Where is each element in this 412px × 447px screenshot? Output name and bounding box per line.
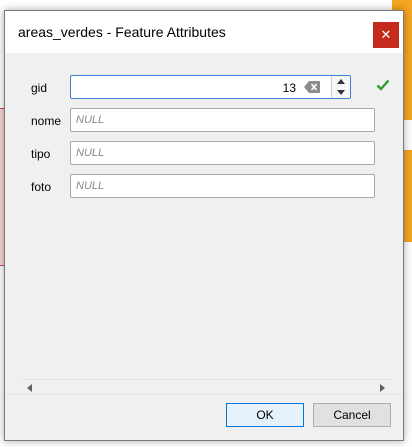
gid-spinner <box>331 76 350 98</box>
field-row-foto: foto NULL <box>5 174 403 200</box>
dialog-title: areas_verdes - Feature Attributes <box>18 24 226 40</box>
foto-placeholder: NULL <box>76 180 105 192</box>
gid-spinbox[interactable]: 13 <box>70 75 351 99</box>
foto-input[interactable]: NULL <box>70 174 375 198</box>
field-label-foto: foto <box>31 180 52 194</box>
cancel-button[interactable]: Cancel <box>313 403 391 427</box>
checkmark-icon <box>376 79 390 91</box>
field-row-nome: nome NULL <box>5 108 403 134</box>
scroll-left-icon[interactable] <box>25 383 35 393</box>
scroll-right-icon[interactable] <box>377 383 387 393</box>
field-row-gid: gid 13 <box>5 75 403 101</box>
spin-down-icon[interactable] <box>332 87 350 98</box>
field-row-tipo: tipo NULL <box>5 141 403 167</box>
spin-up-icon[interactable] <box>332 76 350 87</box>
close-icon: ✕ <box>380 27 392 42</box>
nome-placeholder: NULL <box>76 114 105 126</box>
close-button[interactable]: ✕ <box>373 22 399 48</box>
nome-input[interactable]: NULL <box>70 108 375 132</box>
tipo-placeholder: NULL <box>76 147 105 159</box>
field-label-gid: gid <box>31 81 48 95</box>
field-label-tipo: tipo <box>31 147 51 161</box>
tipo-input[interactable]: NULL <box>70 141 375 165</box>
button-bar-divider <box>5 394 403 395</box>
clear-icon[interactable] <box>304 81 320 93</box>
field-label-nome: nome <box>31 114 62 128</box>
ok-button[interactable]: OK <box>226 403 304 427</box>
gid-value: 13 <box>282 81 296 95</box>
dialog-titlebar: areas_verdes - Feature Attributes ✕ <box>5 11 403 53</box>
horizontal-scrollbar[interactable] <box>22 379 390 395</box>
feature-attributes-dialog: areas_verdes - Feature Attributes ✕ gid … <box>4 10 404 441</box>
